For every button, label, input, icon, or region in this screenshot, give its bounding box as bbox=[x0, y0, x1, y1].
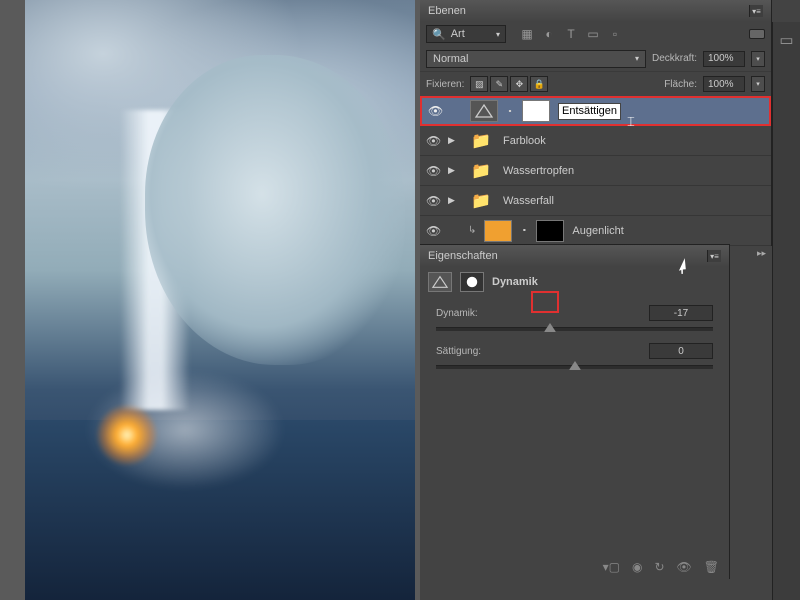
mask-thumb[interactable] bbox=[522, 100, 550, 122]
mask-thumb[interactable] bbox=[536, 220, 564, 242]
filter-smart-icon[interactable]: ▫ bbox=[608, 27, 622, 41]
expand-icon[interactable]: ▶ bbox=[448, 135, 459, 146]
layer-row[interactable]: 👁 ▶ 📁 Wassertropfen bbox=[420, 156, 771, 186]
lock-pixels-icon[interactable]: ✎ bbox=[490, 76, 508, 92]
opacity-value[interactable]: 100% bbox=[703, 51, 745, 67]
link-icon[interactable]: ⬝ bbox=[520, 224, 528, 237]
dock-icon[interactable]: ▭ bbox=[773, 22, 800, 58]
lock-all-icon[interactable]: 🔒 bbox=[530, 76, 548, 92]
filter-toggle-switch[interactable] bbox=[749, 29, 765, 39]
layer-name[interactable]: Wasserfall bbox=[503, 195, 554, 207]
clip-icon[interactable]: ▾▢ bbox=[603, 560, 620, 574]
collapse-icon[interactable]: ▸▸ bbox=[757, 248, 766, 259]
colorfill-thumb[interactable] bbox=[484, 220, 512, 242]
visibility-icon[interactable]: 👁 bbox=[426, 164, 440, 178]
opacity-label: Deckkraft: bbox=[652, 53, 697, 64]
chevron-down-icon: ▾ bbox=[635, 54, 639, 63]
fill-label: Fläche: bbox=[664, 79, 697, 90]
filter-pixel-icon[interactable]: ▦ bbox=[520, 27, 534, 41]
visibility-icon[interactable]: 👁 bbox=[426, 134, 440, 148]
filter-adjustment-icon[interactable]: ◐ bbox=[542, 27, 556, 41]
filter-type-icon[interactable]: T bbox=[564, 27, 578, 41]
visibility-icon[interactable]: 👁 bbox=[426, 194, 440, 208]
saturation-slider[interactable] bbox=[436, 365, 713, 369]
lock-transparency-icon[interactable]: ▨ bbox=[470, 76, 488, 92]
slider-thumb[interactable] bbox=[569, 361, 581, 370]
chevron-down-icon: ▾ bbox=[496, 30, 500, 39]
toggle-visibility-icon[interactable]: 👁 bbox=[677, 560, 692, 574]
link-icon[interactable]: ⬝ bbox=[506, 105, 514, 118]
layers-panel: Ebenen ▾≡ 🔍 Art ▾ ▦ ◐ T ▭ ▫ Normal ▾ D bbox=[420, 0, 772, 246]
layer-row-selected[interactable]: 👁 ⬝ Entsättigen bbox=[420, 96, 771, 126]
panel-menu-icon[interactable]: ▾≡ bbox=[749, 5, 763, 17]
properties-panel: Eigenschaften ▾≡ Dynamik Dynamik: -17 Sä… bbox=[420, 244, 730, 579]
view-previous-icon[interactable]: ◉ bbox=[632, 560, 642, 574]
layer-filter-dropdown[interactable]: 🔍 Art ▾ bbox=[426, 25, 506, 43]
panel-dock: ▭ bbox=[772, 22, 800, 600]
layer-list[interactable]: 👁 ⬝ Entsättigen 👁 ▶ 📁 Farblook 👁 ▶ 📁 Was… bbox=[420, 96, 771, 246]
layer-row[interactable]: 👁 ▶ 📁 Farblook bbox=[420, 126, 771, 156]
vibrance-value[interactable]: -17 bbox=[649, 305, 713, 321]
folder-icon: 📁 bbox=[467, 160, 495, 182]
adjustment-thumb[interactable] bbox=[470, 100, 498, 122]
slider-thumb[interactable] bbox=[544, 323, 556, 332]
layer-name-edit[interactable]: Entsättigen bbox=[558, 103, 621, 120]
slider-label: Dynamik: bbox=[436, 308, 478, 319]
blend-mode-dropdown[interactable]: Normal ▾ bbox=[426, 50, 646, 68]
filter-shape-icon[interactable]: ▭ bbox=[586, 27, 600, 41]
fill-value[interactable]: 100% bbox=[703, 76, 745, 92]
adjustment-name: Dynamik bbox=[492, 276, 538, 288]
mask-icon[interactable] bbox=[460, 272, 484, 292]
canvas-area[interactable] bbox=[0, 0, 420, 600]
folder-icon: 📁 bbox=[467, 130, 495, 152]
layer-name[interactable]: Augenlicht bbox=[572, 225, 623, 237]
reset-icon[interactable]: ↻ bbox=[654, 560, 664, 574]
blend-mode-value: Normal bbox=[433, 53, 468, 65]
panel-menu-icon[interactable]: ▾≡ bbox=[707, 250, 721, 262]
saturation-value[interactable]: 0 bbox=[649, 343, 713, 359]
lock-label: Fixieren: bbox=[426, 79, 464, 90]
expand-icon[interactable]: ▶ bbox=[448, 195, 459, 206]
fill-stepper[interactable]: ▾ bbox=[751, 76, 765, 92]
document-canvas[interactable] bbox=[25, 0, 415, 600]
visibility-icon[interactable]: 👁 bbox=[428, 104, 442, 118]
search-icon: 🔍 bbox=[432, 28, 446, 41]
folder-icon: 📁 bbox=[467, 190, 495, 212]
visibility-icon[interactable]: 👁 bbox=[426, 224, 440, 238]
trash-icon[interactable]: 🗑 bbox=[704, 560, 719, 574]
lock-position-icon[interactable]: ✥ bbox=[510, 76, 528, 92]
layer-row[interactable]: 👁 ↳ ⬝ Augenlicht bbox=[420, 216, 771, 246]
layer-row[interactable]: 👁 ▶ 📁 Wasserfall bbox=[420, 186, 771, 216]
properties-panel-title[interactable]: Eigenschaften bbox=[428, 250, 498, 262]
layers-panel-title[interactable]: Ebenen bbox=[428, 5, 466, 17]
opacity-stepper[interactable]: ▾ bbox=[751, 51, 765, 67]
layer-name[interactable]: Wassertropfen bbox=[503, 165, 574, 177]
adjustment-icon[interactable] bbox=[428, 272, 452, 292]
layer-name[interactable]: Farblook bbox=[503, 135, 546, 147]
expand-icon[interactable]: ▶ bbox=[448, 165, 459, 176]
filter-label: Art bbox=[451, 28, 465, 40]
vibrance-slider[interactable] bbox=[436, 327, 713, 331]
clip-indicator-icon: ↳ bbox=[468, 225, 476, 236]
slider-label: Sättigung: bbox=[436, 346, 481, 357]
